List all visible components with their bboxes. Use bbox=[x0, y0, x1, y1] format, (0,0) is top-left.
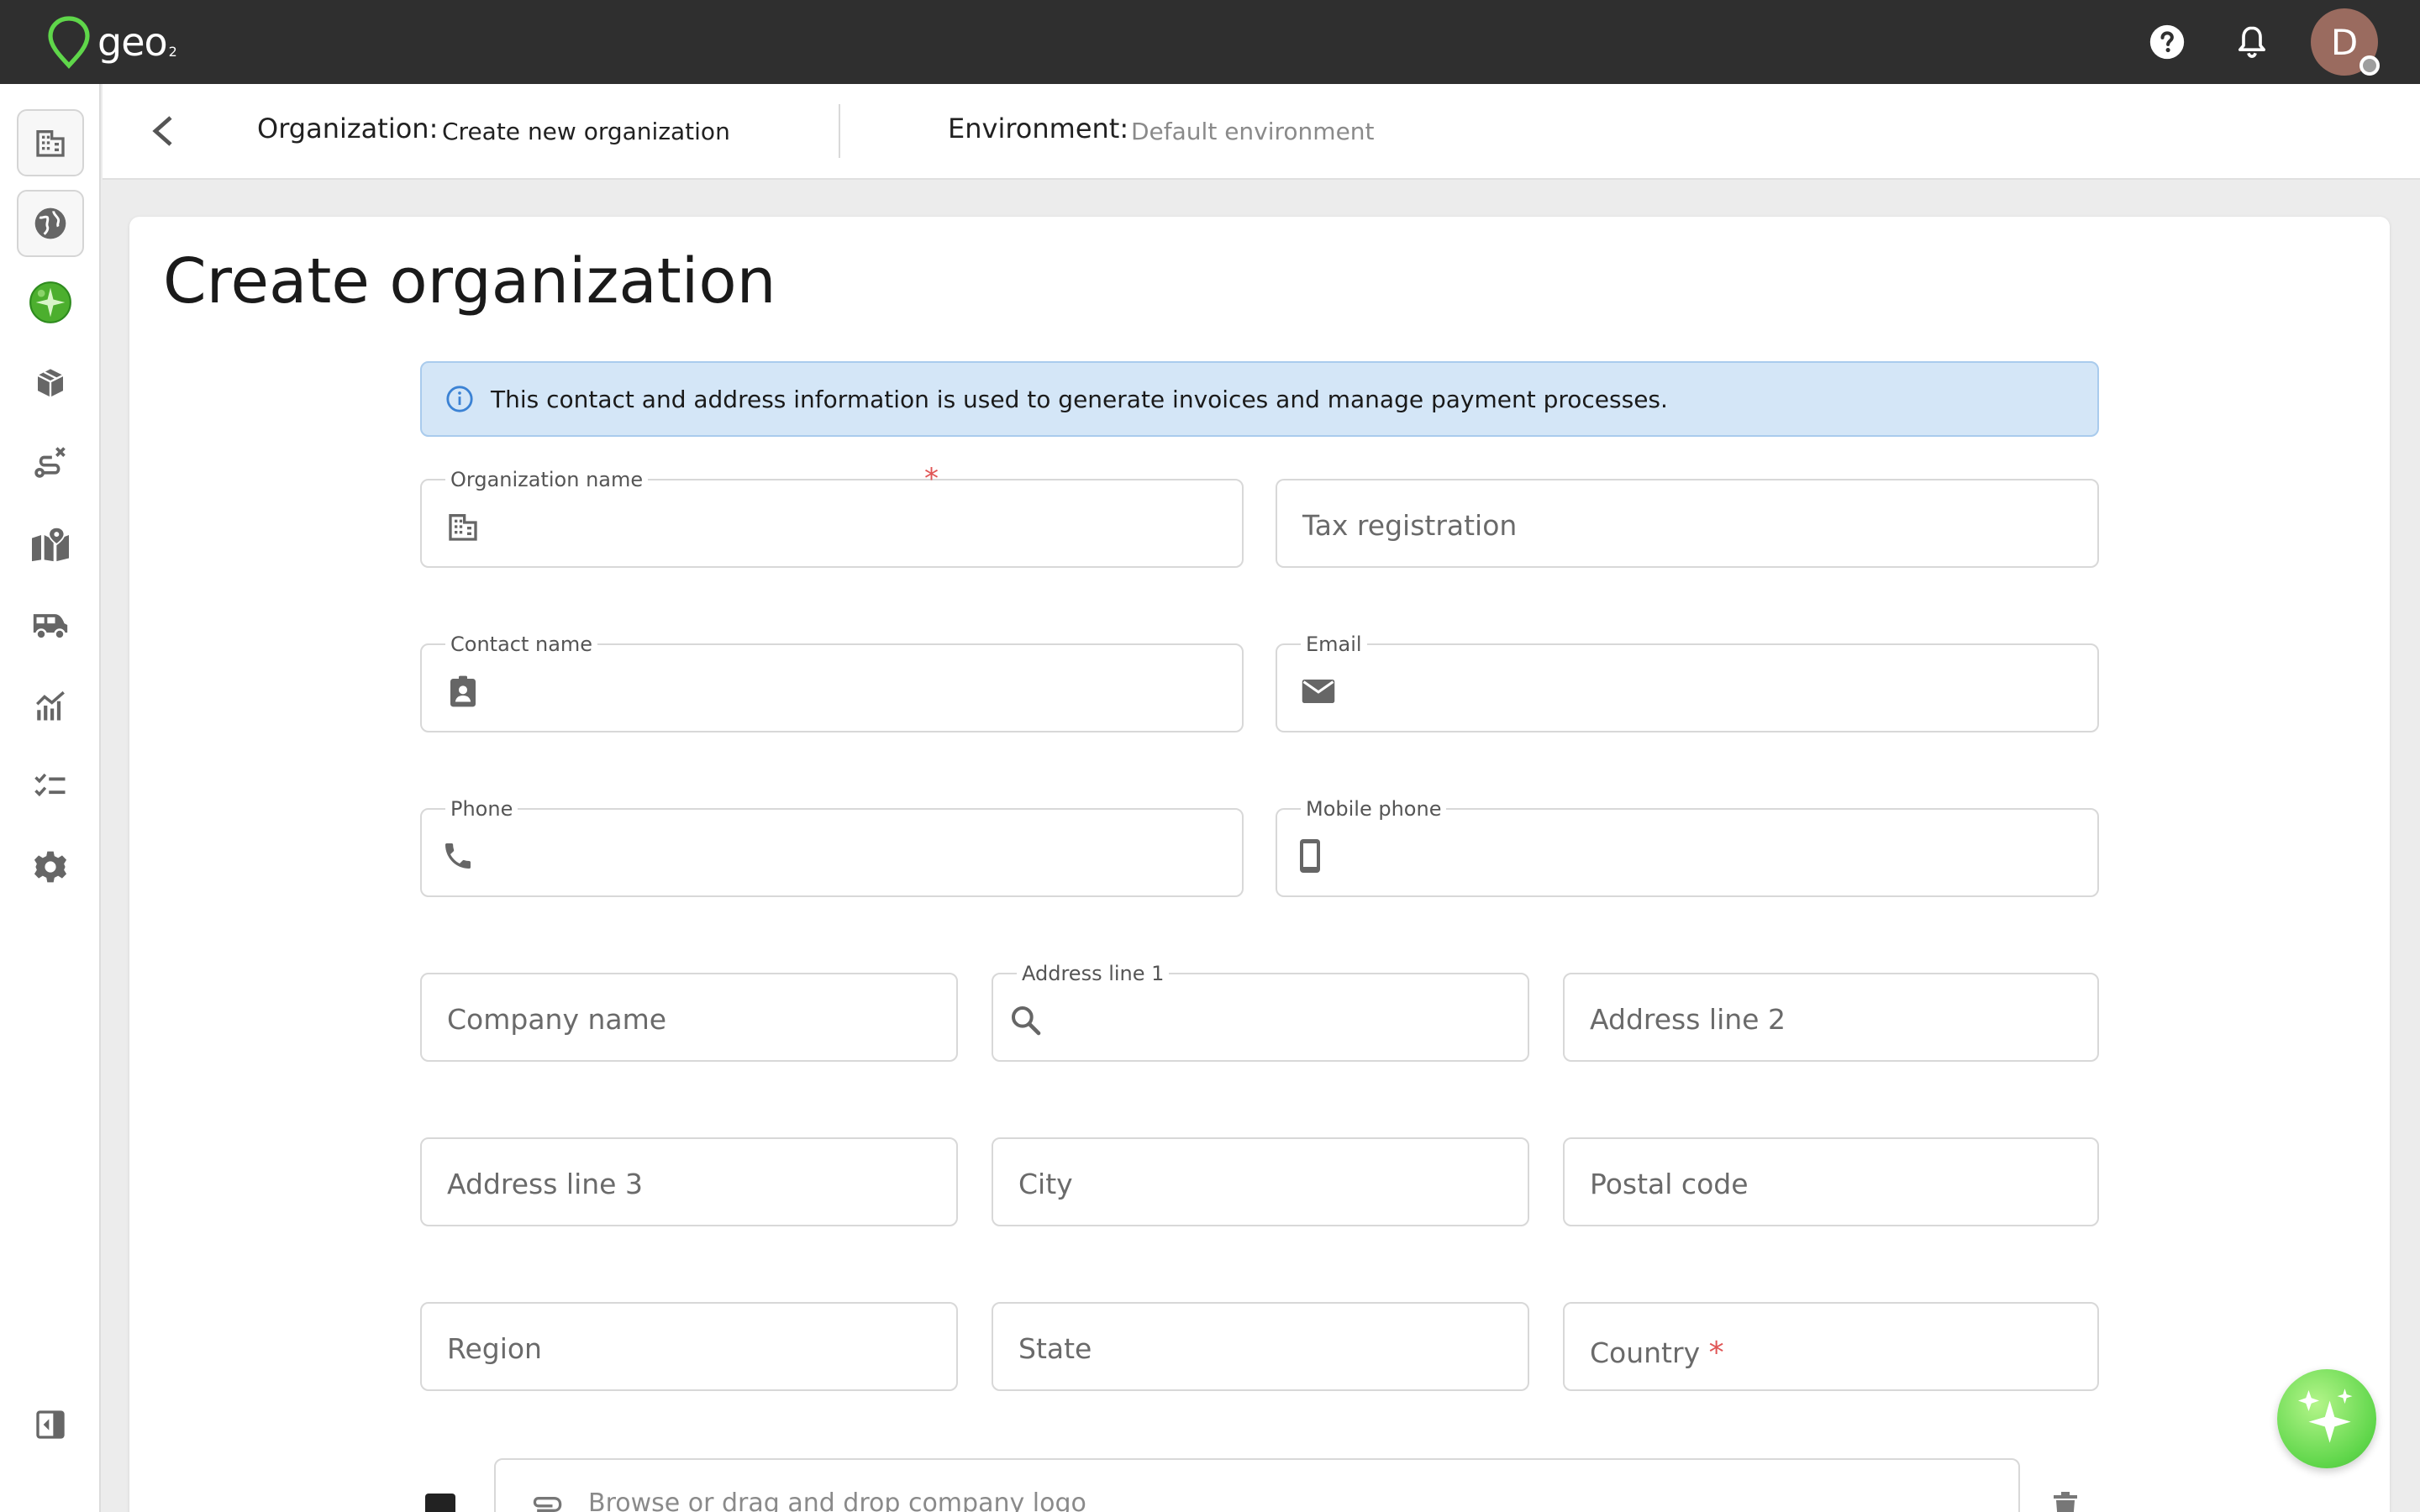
geo-logo[interactable]: geo 2 bbox=[47, 13, 177, 71]
info-icon bbox=[446, 386, 473, 412]
search-icon bbox=[1008, 1003, 1044, 1038]
status-dot bbox=[2360, 55, 2380, 76]
address-line-1-label: Address line 1 bbox=[1017, 963, 1170, 984]
contact-card-icon bbox=[445, 674, 481, 709]
logo-text: geo bbox=[97, 19, 168, 65]
collapse-sidebar-button[interactable] bbox=[17, 1391, 84, 1458]
package-icon bbox=[37, 369, 64, 397]
region-field[interactable]: Region bbox=[420, 1302, 958, 1391]
route-icon bbox=[34, 447, 66, 478]
collapse-sidebar-icon bbox=[36, 1410, 65, 1439]
organization-icon bbox=[36, 130, 65, 157]
environment-value[interactable]: Default environment bbox=[1131, 118, 1375, 145]
address-line-3-field[interactable]: Address line 3 bbox=[420, 1137, 958, 1226]
state-field[interactable]: State bbox=[992, 1302, 1529, 1391]
logo-subscript: 2 bbox=[168, 43, 177, 60]
map-pin-icon bbox=[32, 526, 69, 562]
logo-preview bbox=[425, 1494, 455, 1512]
back-button[interactable] bbox=[136, 104, 190, 158]
ai-assistant-button[interactable] bbox=[2277, 1369, 2376, 1468]
sidebar-item-maps[interactable] bbox=[17, 511, 84, 578]
sidebar-item-tasks[interactable] bbox=[17, 753, 84, 820]
contact-name-field[interactable]: Contact name bbox=[420, 633, 1244, 732]
organization-name-label: Organization name bbox=[445, 469, 649, 491]
email-label: Email bbox=[1301, 633, 1367, 655]
organization-name-field[interactable]: Organization name * bbox=[420, 462, 1244, 568]
sidebar-item-vehicles[interactable] bbox=[17, 591, 84, 659]
sidebar-item-organizations[interactable] bbox=[17, 109, 84, 176]
tax-registration-field[interactable]: Tax registration bbox=[1276, 479, 2099, 568]
phone-icon bbox=[440, 838, 476, 874]
vehicle-icon bbox=[33, 614, 68, 640]
sidebar-item-settings[interactable] bbox=[17, 833, 84, 900]
sidebar-item-packages[interactable] bbox=[17, 349, 84, 417]
company-name-field[interactable]: Company name bbox=[420, 973, 958, 1062]
required-mark: * bbox=[1708, 1336, 1724, 1370]
page-title: Create organization bbox=[163, 245, 776, 318]
address-line-1-field[interactable]: Address line 1 bbox=[992, 963, 1529, 1062]
address-line-2-placeholder: Address line 2 bbox=[1590, 1003, 1786, 1036]
email-field[interactable]: Email bbox=[1276, 633, 2099, 732]
info-text: This contact and address information is … bbox=[491, 385, 1668, 413]
user-avatar[interactable]: D bbox=[2311, 8, 2380, 76]
environment-label: Environment: bbox=[948, 113, 1129, 144]
settings-icon bbox=[34, 851, 67, 883]
mail-icon bbox=[1301, 674, 1336, 709]
logo-pin-icon bbox=[48, 16, 90, 69]
postal-code-placeholder: Postal code bbox=[1590, 1168, 1749, 1200]
sparkle-icon bbox=[2297, 1389, 2353, 1443]
country-placeholder: Country * bbox=[1590, 1336, 1724, 1370]
building-icon bbox=[445, 509, 481, 544]
sidebar-item-routes[interactable] bbox=[17, 428, 84, 496]
avatar-initial: D bbox=[2330, 21, 2359, 63]
attachment-icon bbox=[533, 1497, 562, 1512]
country-field[interactable]: Country * bbox=[1563, 1302, 2099, 1391]
required-mark: * bbox=[924, 462, 939, 496]
address-line-2-field[interactable]: Address line 2 bbox=[1563, 973, 2099, 1062]
sidebar bbox=[0, 84, 101, 1512]
tax-registration-placeholder: Tax registration bbox=[1302, 509, 1518, 542]
environment-globe-icon bbox=[29, 281, 71, 323]
form-card: Create organization This contact and add… bbox=[129, 217, 2390, 1512]
bell-icon[interactable] bbox=[2230, 20, 2274, 64]
sidebar-item-environment-map[interactable] bbox=[17, 269, 84, 336]
state-placeholder: State bbox=[1018, 1332, 1092, 1365]
region-placeholder: Region bbox=[447, 1332, 542, 1365]
organization-value[interactable]: Create new organization bbox=[442, 118, 730, 145]
logo-upload-text: Browse or drag and drop company logo bbox=[588, 1488, 1086, 1512]
delete-icon[interactable] bbox=[2049, 1490, 2082, 1512]
contact-name-label: Contact name bbox=[445, 633, 598, 655]
top-bar: geo 2 D bbox=[0, 0, 2420, 84]
phone-label: Phone bbox=[445, 798, 518, 820]
company-name-placeholder: Company name bbox=[447, 1003, 667, 1036]
phone-field[interactable]: Phone bbox=[420, 798, 1244, 897]
sidebar-item-environments[interactable] bbox=[17, 190, 84, 257]
mobile-phone-label: Mobile phone bbox=[1301, 798, 1447, 820]
divider bbox=[839, 104, 840, 158]
mobile-phone-field[interactable]: Mobile phone bbox=[1276, 798, 2099, 897]
checklist-icon bbox=[34, 773, 66, 797]
help-icon[interactable] bbox=[2145, 20, 2189, 64]
organization-label: Organization: bbox=[257, 113, 439, 144]
sidebar-item-analytics[interactable] bbox=[17, 672, 84, 739]
city-placeholder: City bbox=[1018, 1168, 1073, 1200]
address-line-3-placeholder: Address line 3 bbox=[447, 1168, 643, 1200]
analytics-icon bbox=[36, 690, 65, 721]
chevron-left-icon bbox=[152, 116, 172, 146]
logo-upload-dropzone[interactable]: Browse or drag and drop company logo bbox=[494, 1458, 2020, 1512]
city-field[interactable]: City bbox=[992, 1137, 1529, 1226]
mobile-icon bbox=[1292, 838, 1328, 874]
postal-code-field[interactable]: Postal code bbox=[1563, 1137, 2099, 1226]
info-banner: This contact and address information is … bbox=[420, 361, 2099, 437]
globe-icon bbox=[34, 207, 66, 239]
context-bar: Organization: Create new organization En… bbox=[103, 84, 2420, 180]
